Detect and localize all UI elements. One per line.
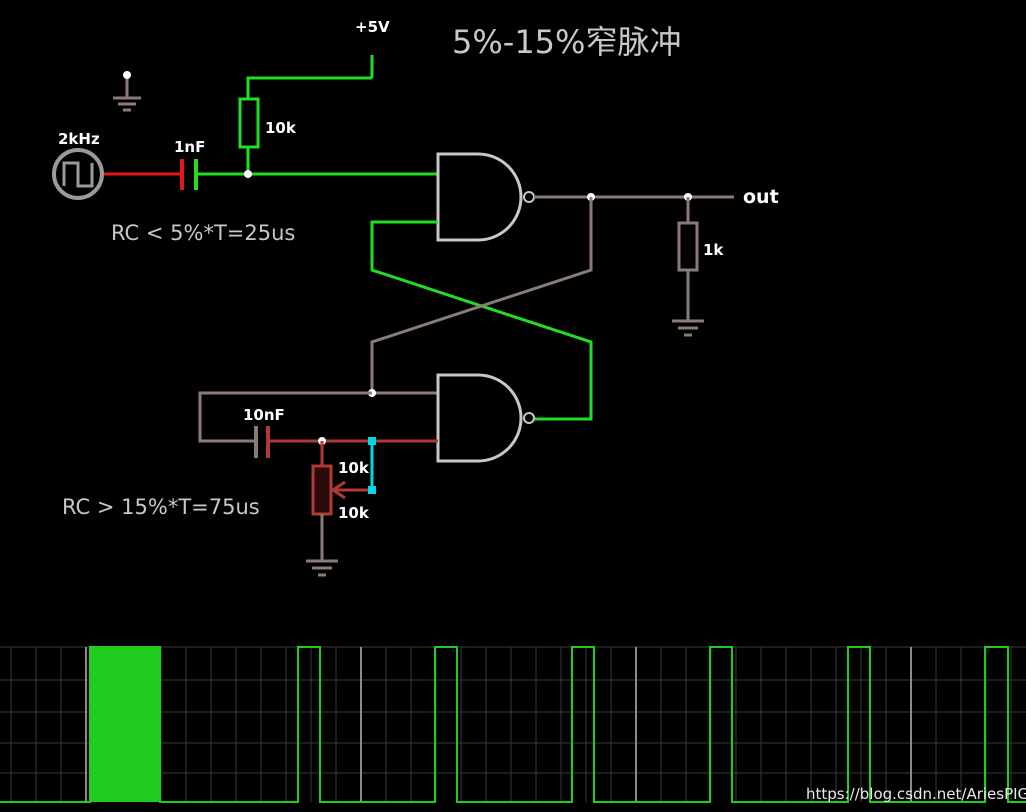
ground-symbol-pot bbox=[306, 559, 338, 577]
wiper-link-wire[interactable] bbox=[368, 437, 376, 494]
load-resistor[interactable]: 1k bbox=[677, 197, 724, 320]
supply-label: +5V bbox=[355, 18, 390, 36]
pullup-resistor-label: 10k bbox=[265, 119, 297, 137]
feedback-wire-grey[interactable] bbox=[368, 197, 593, 397]
circuit-simulator-canvas: 5%-15%窄脉冲 +5V 10k 2kHz 1nF RC < 5%*T=25u… bbox=[0, 18, 1026, 803]
load-resistor-label: 1k bbox=[703, 241, 724, 259]
nand-gate-2[interactable] bbox=[436, 373, 535, 463]
feedback-wire-green[interactable] bbox=[370, 220, 593, 421]
square-wave-source[interactable]: 2kHz bbox=[52, 130, 104, 200]
input-capacitor-label: 1nF bbox=[174, 138, 205, 156]
note-rc-lower: RC > 15%*T=75us bbox=[62, 495, 260, 519]
note-rc-upper: RC < 5%*T=25us bbox=[111, 221, 295, 245]
ground-symbol-load bbox=[672, 319, 704, 337]
ground-symbol-top[interactable] bbox=[113, 71, 141, 112]
scope-panel[interactable] bbox=[0, 646, 1026, 803]
pullup-resistor[interactable]: 10k bbox=[238, 97, 297, 173]
supply-rail[interactable]: +5V bbox=[246, 18, 390, 98]
potentiometer-label: 10k bbox=[338, 459, 370, 477]
watermark: https://blog.csdn.net/AriesPIG bbox=[806, 785, 1026, 803]
timing-capacitor[interactable]: 10nF bbox=[198, 391, 438, 458]
input-capacitor[interactable]: 1nF bbox=[104, 138, 205, 190]
timing-capacitor-label: 10nF bbox=[243, 406, 285, 424]
scope-dense-burst bbox=[90, 647, 160, 802]
circuit-title: 5%-15%窄脉冲 bbox=[452, 23, 681, 61]
output-wire[interactable]: out bbox=[534, 186, 779, 208]
potentiometer[interactable]: 10k 10k bbox=[311, 441, 372, 560]
output-label: out bbox=[743, 186, 779, 208]
source-frequency-label: 2kHz bbox=[58, 130, 100, 148]
nand-gate-1[interactable] bbox=[436, 152, 535, 242]
potentiometer-wiper-label: 10k bbox=[338, 504, 370, 522]
gate1-input-wire[interactable] bbox=[196, 170, 438, 178]
